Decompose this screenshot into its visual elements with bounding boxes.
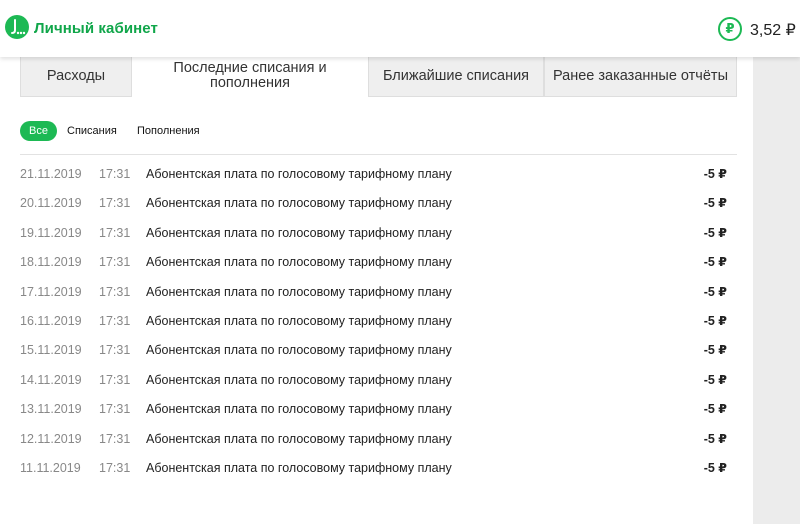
transaction-date: 21.11.2019 [20, 167, 82, 181]
transaction-row[interactable]: 20.11.2019 17:31 Абонентская плата по голо… [0, 189, 740, 218]
transaction-time: 17:31 [99, 314, 131, 328]
transaction-description: Абонентская плата по голосовому тарифном… [146, 225, 452, 240]
filter-all[interactable]: Все [20, 121, 57, 141]
transaction-description: Абонентская плата по голосовому тарифном… [146, 284, 452, 299]
side-gutter [753, 57, 800, 524]
transaction-date: 14.11.2019 [20, 372, 82, 387]
transaction-date: 17.11.2019 [20, 284, 82, 299]
transaction-row[interactable]: 16.11.2019 17:31 Абонентская плата по голо… [0, 307, 740, 336]
transaction-time: 17:31 [99, 431, 131, 446]
transaction-row[interactable]: 15.11.2019 17:31 Абонентская плата по голо… [0, 336, 740, 365]
brand-title[interactable]: Личный кабинет [34, 20, 158, 37]
transaction-amount: -5 ₽ [703, 343, 727, 358]
transaction-time: 17:31 [99, 284, 131, 299]
transaction-description: Абонентская плата по голосовому тарифном… [146, 343, 452, 358]
transaction-row[interactable]: 11.11.2019 17:31 Абонентская плата по голо… [0, 454, 740, 483]
transaction-date: 20.11.2019 [20, 196, 82, 211]
transaction-time: 17:31 [99, 372, 131, 387]
transaction-row[interactable]: 19.11.2019 17:31 Абонентская плата по голо… [0, 219, 740, 248]
filter-top-ups[interactable]: Пополнения [137, 121, 200, 141]
transaction-date: 18.11.2019 [20, 255, 82, 270]
tab-upcoming-charges[interactable]: Ближайшие списания [368, 55, 544, 97]
transaction-row[interactable]: 17.11.2019 17:31 Абонентская плата по голо… [0, 278, 740, 307]
transaction-row[interactable]: 14.11.2019 17:31 Абонентская плата по голо… [0, 366, 740, 395]
transaction-time: 17:31 [99, 225, 131, 240]
transaction-date: 19.11.2019 [20, 225, 82, 240]
transaction-description: Абонентская плата по голосовому тарифном… [146, 461, 452, 475]
transaction-date: 16.11.2019 [20, 314, 82, 328]
transaction-description: Абонентская плата по голосовому тарифном… [146, 255, 452, 270]
transaction-description: Абонентская плата по голосовому тарифном… [146, 167, 452, 181]
transaction-amount: -5 ₽ [703, 196, 727, 211]
transaction-description: Абонентская плата по голосовому тарифном… [146, 196, 452, 211]
transaction-time: 17:31 [99, 167, 131, 181]
transaction-date: 12.11.2019 [20, 431, 82, 446]
transaction-amount: -5 ₽ [703, 372, 727, 387]
transaction-time: 17:31 [99, 343, 131, 358]
transaction-description: Абонентская плата по голосовому тарифном… [146, 372, 452, 387]
top-header: Личный кабинет ₽ 3,52 ₽ [0, 0, 800, 57]
transaction-amount: -5 ₽ [703, 255, 727, 270]
transaction-amount: -5 ₽ [703, 167, 727, 181]
transaction-amount: -5 ₽ [703, 431, 727, 446]
transaction-amount: -5 ₽ [703, 284, 727, 299]
transaction-row[interactable]: 12.11.2019 17:31 Абонентская плата по голо… [0, 425, 740, 454]
transaction-description: Абонентская плата по голосовому тарифном… [146, 431, 452, 446]
transaction-time: 17:31 [99, 255, 131, 270]
transaction-amount: -5 ₽ [703, 461, 727, 475]
transaction-time: 17:31 [99, 461, 131, 475]
transaction-amount: -5 ₽ [703, 314, 727, 328]
report-tabs: Расходы Последние списания и пополнения … [20, 55, 737, 97]
divider [20, 154, 737, 155]
tab-previous-reports[interactable]: Ранее заказанные отчёты [544, 55, 737, 97]
ruble-icon: ₽ [718, 17, 742, 41]
filter-debits[interactable]: Списания [67, 121, 117, 141]
transaction-row[interactable]: 13.11.2019 17:31 Абонентская плата по голо… [0, 395, 740, 424]
transaction-amount: -5 ₽ [703, 225, 727, 240]
transaction-row[interactable]: 18.11.2019 17:31 Абонентская плата по голо… [0, 248, 740, 277]
transaction-time: 17:31 [99, 402, 131, 417]
tab-recent-transactions[interactable]: Последние списания и пополнения [132, 55, 368, 97]
transaction-date: 15.11.2019 [20, 343, 82, 358]
transaction-row[interactable]: 21.11.2019 17:31 Абонентская плата по голо… [0, 160, 740, 189]
transaction-date: 11.11.2019 [20, 461, 81, 475]
tab-expenses[interactable]: Расходы [20, 55, 132, 97]
transaction-description: Абонентская плата по голосовому тарифном… [146, 314, 452, 328]
transaction-description: Абонентская плата по голосовому тарифном… [146, 402, 452, 417]
transaction-amount: -5 ₽ [703, 402, 727, 417]
account-balance[interactable]: 3,52 ₽ [750, 20, 796, 40]
transaction-date: 13.11.2019 [20, 402, 82, 417]
megafon-logo-icon[interactable] [5, 15, 29, 39]
transaction-time: 17:31 [99, 196, 131, 211]
